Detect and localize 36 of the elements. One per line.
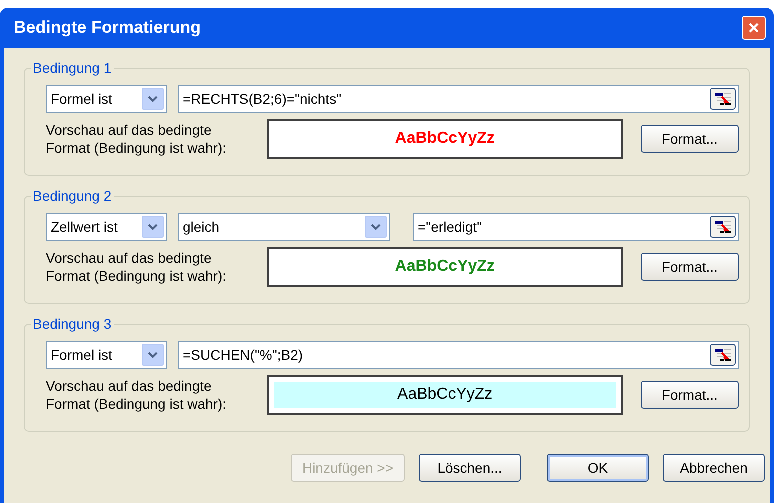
- dropdown-button[interactable]: [365, 216, 387, 238]
- dropdown-field[interactable]: Formel ist: [46, 341, 167, 369]
- cell-select-icon: [714, 348, 732, 362]
- chevron-down-icon: [148, 224, 158, 230]
- window-title: Bedingte Formatierung: [14, 17, 202, 40]
- collapse-dialog-button[interactable]: [710, 216, 736, 238]
- collapse-dialog-button[interactable]: [710, 88, 736, 110]
- chevron-down-icon: [148, 96, 158, 102]
- close-button[interactable]: [742, 16, 766, 40]
- dropdown-field[interactable]: Formel ist: [46, 85, 167, 113]
- dropdown-field[interactable]: Zellwert ist: [46, 213, 167, 241]
- formula-field[interactable]: =RECHTS(B2;6)="nichts": [178, 85, 739, 113]
- dialog-button[interactable]: Löschen...: [419, 454, 521, 482]
- preview-label: Vorschau auf das bedingte Format (Bedingung ist wahr):: [46, 377, 228, 413]
- cell-select-icon: [714, 92, 732, 106]
- dialog-button[interactable]: Abbrechen: [663, 454, 765, 482]
- dropdown-button[interactable]: [142, 344, 164, 366]
- preview-label: Vorschau auf das bedingte Format (Bedingung ist wahr):: [46, 121, 228, 157]
- preview-label: Vorschau auf das bedingte Format (Bedingung ist wahr):: [46, 249, 228, 285]
- close-icon: [748, 22, 760, 34]
- format-button[interactable]: Format...: [640, 381, 739, 409]
- cell-select-icon: [714, 220, 732, 234]
- dropdown-button[interactable]: [142, 216, 164, 238]
- preview-sample: AaBbCcYyZz: [395, 129, 495, 149]
- format-button[interactable]: Format...: [640, 253, 739, 281]
- format-button[interactable]: Format...: [640, 125, 739, 153]
- collapse-dialog-button[interactable]: [710, 344, 736, 366]
- dialog-button[interactable]: OK: [547, 454, 649, 482]
- preview-sample: AaBbCcYyZz: [395, 257, 495, 277]
- formula-field[interactable]: =SUCHEN("%";B2): [178, 341, 739, 369]
- dropdown-button[interactable]: [142, 88, 164, 110]
- chevron-down-icon: [371, 224, 381, 230]
- preview-sample: AaBbCcYyZz: [398, 385, 493, 405]
- formula-field[interactable]: ="erledigt": [413, 213, 739, 241]
- chevron-down-icon: [148, 352, 158, 358]
- dropdown-field[interactable]: gleich: [178, 213, 390, 241]
